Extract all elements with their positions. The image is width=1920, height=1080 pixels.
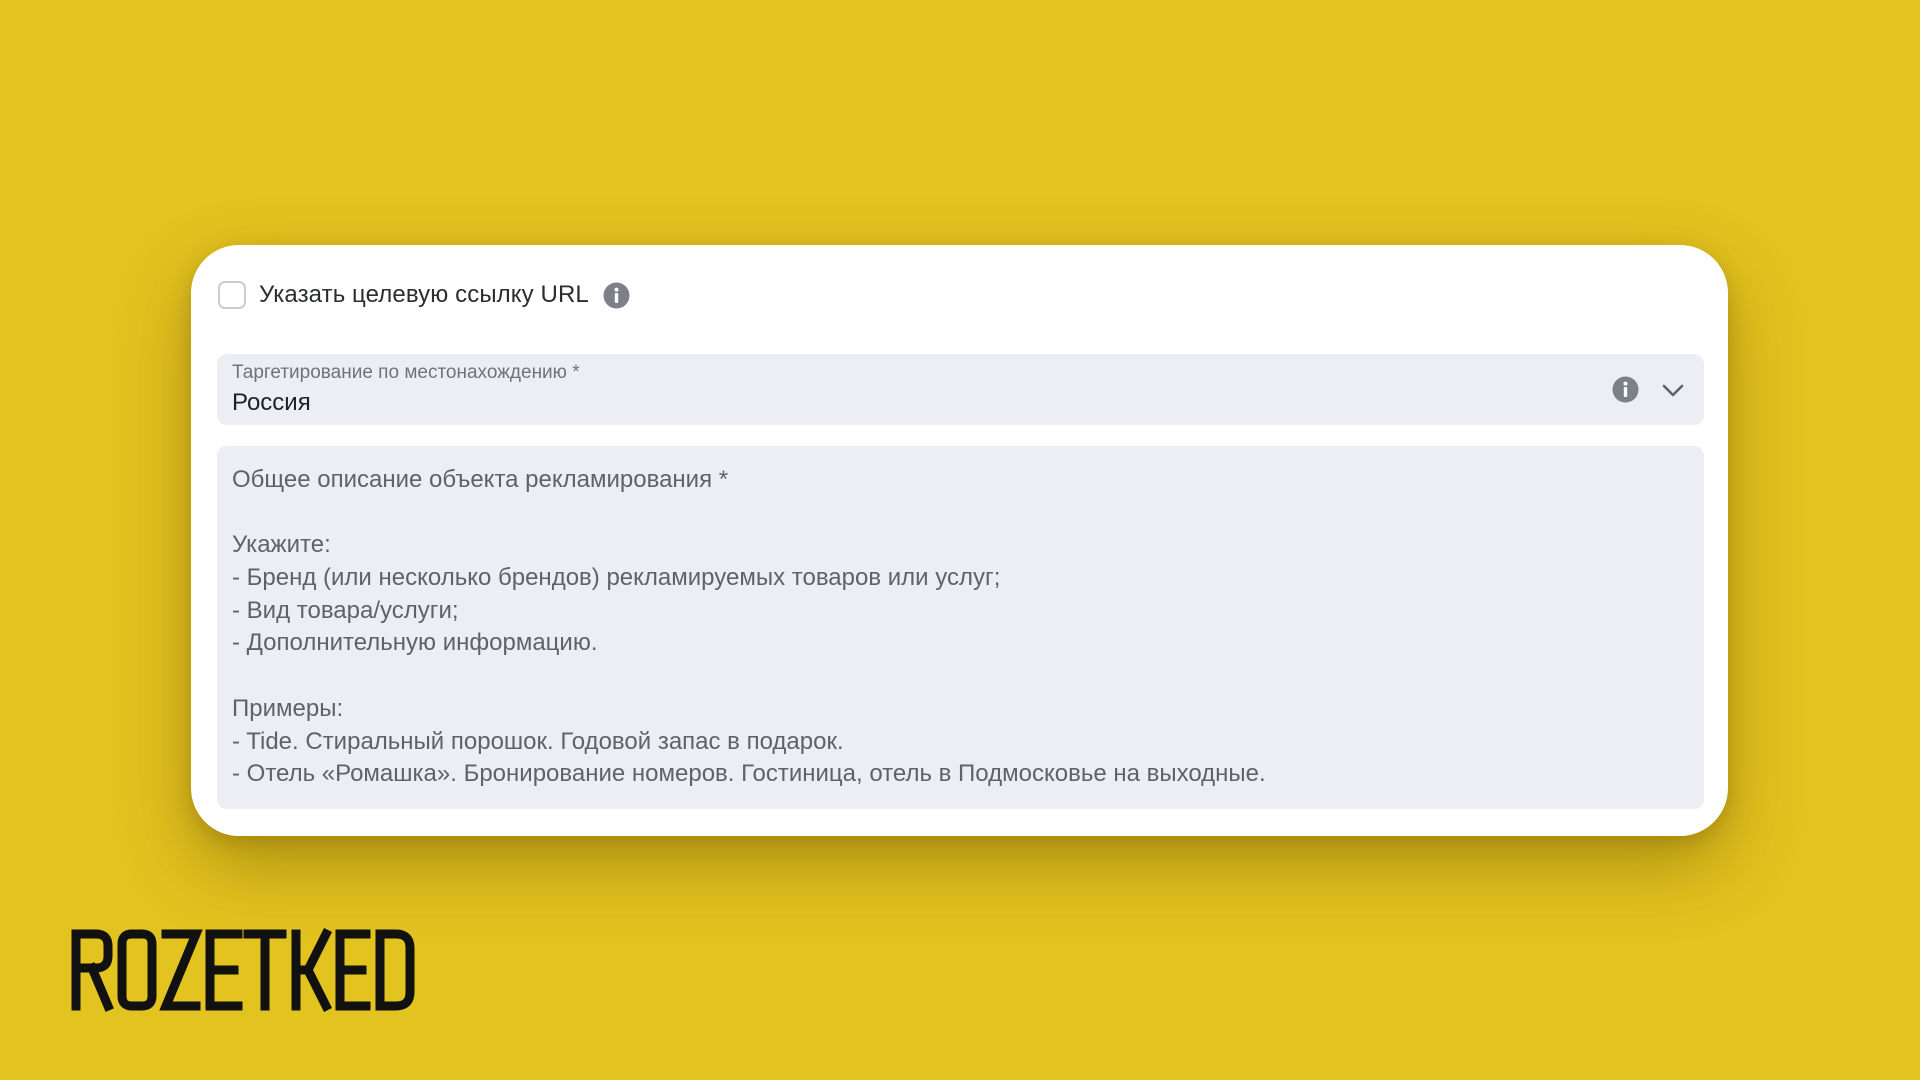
target-url-checkbox[interactable]	[218, 281, 246, 309]
chevron-down-icon[interactable]	[1660, 378, 1686, 402]
info-icon[interactable]	[1612, 376, 1639, 403]
ad-description-line: - Дополнительную информацию.	[232, 629, 598, 657]
location-targeting-value: Россия	[232, 389, 311, 416]
info-icon[interactable]	[603, 282, 630, 309]
ad-description-textarea[interactable]: Общее описание объекта рекламирования * У…	[217, 446, 1704, 809]
target-url-row: Указать целевую ссылку URL	[218, 279, 630, 311]
rozetked-logo	[70, 925, 420, 1015]
location-targeting-label: Таргетирование по местонахождению *	[232, 362, 580, 383]
ad-description-line: - Вид товара/услуги;	[232, 596, 459, 624]
target-url-label[interactable]: Указать целевую ссылку URL	[259, 281, 589, 309]
ad-description-line: Примеры:	[232, 694, 344, 722]
location-targeting-select[interactable]: Таргетирование по местонахождению * Росс…	[217, 354, 1704, 425]
ad-description-line	[232, 497, 1689, 530]
ad-description-line: - Отель «Ромашка». Бронирование номеров.…	[232, 760, 1266, 788]
ad-description-title: Общее описание объекта рекламирования *	[232, 466, 729, 493]
ad-description-line	[232, 660, 1689, 693]
ad-description-line: Укажите:	[232, 531, 331, 559]
ad-description-line: - Tide. Стиральный порошок. Годовой запа…	[232, 727, 844, 755]
ad-description-line: - Бренд (или несколько брендов) рекламир…	[232, 564, 1001, 592]
ad-form-card: Указать целевую ссылку URL Таргетировани…	[191, 245, 1728, 836]
